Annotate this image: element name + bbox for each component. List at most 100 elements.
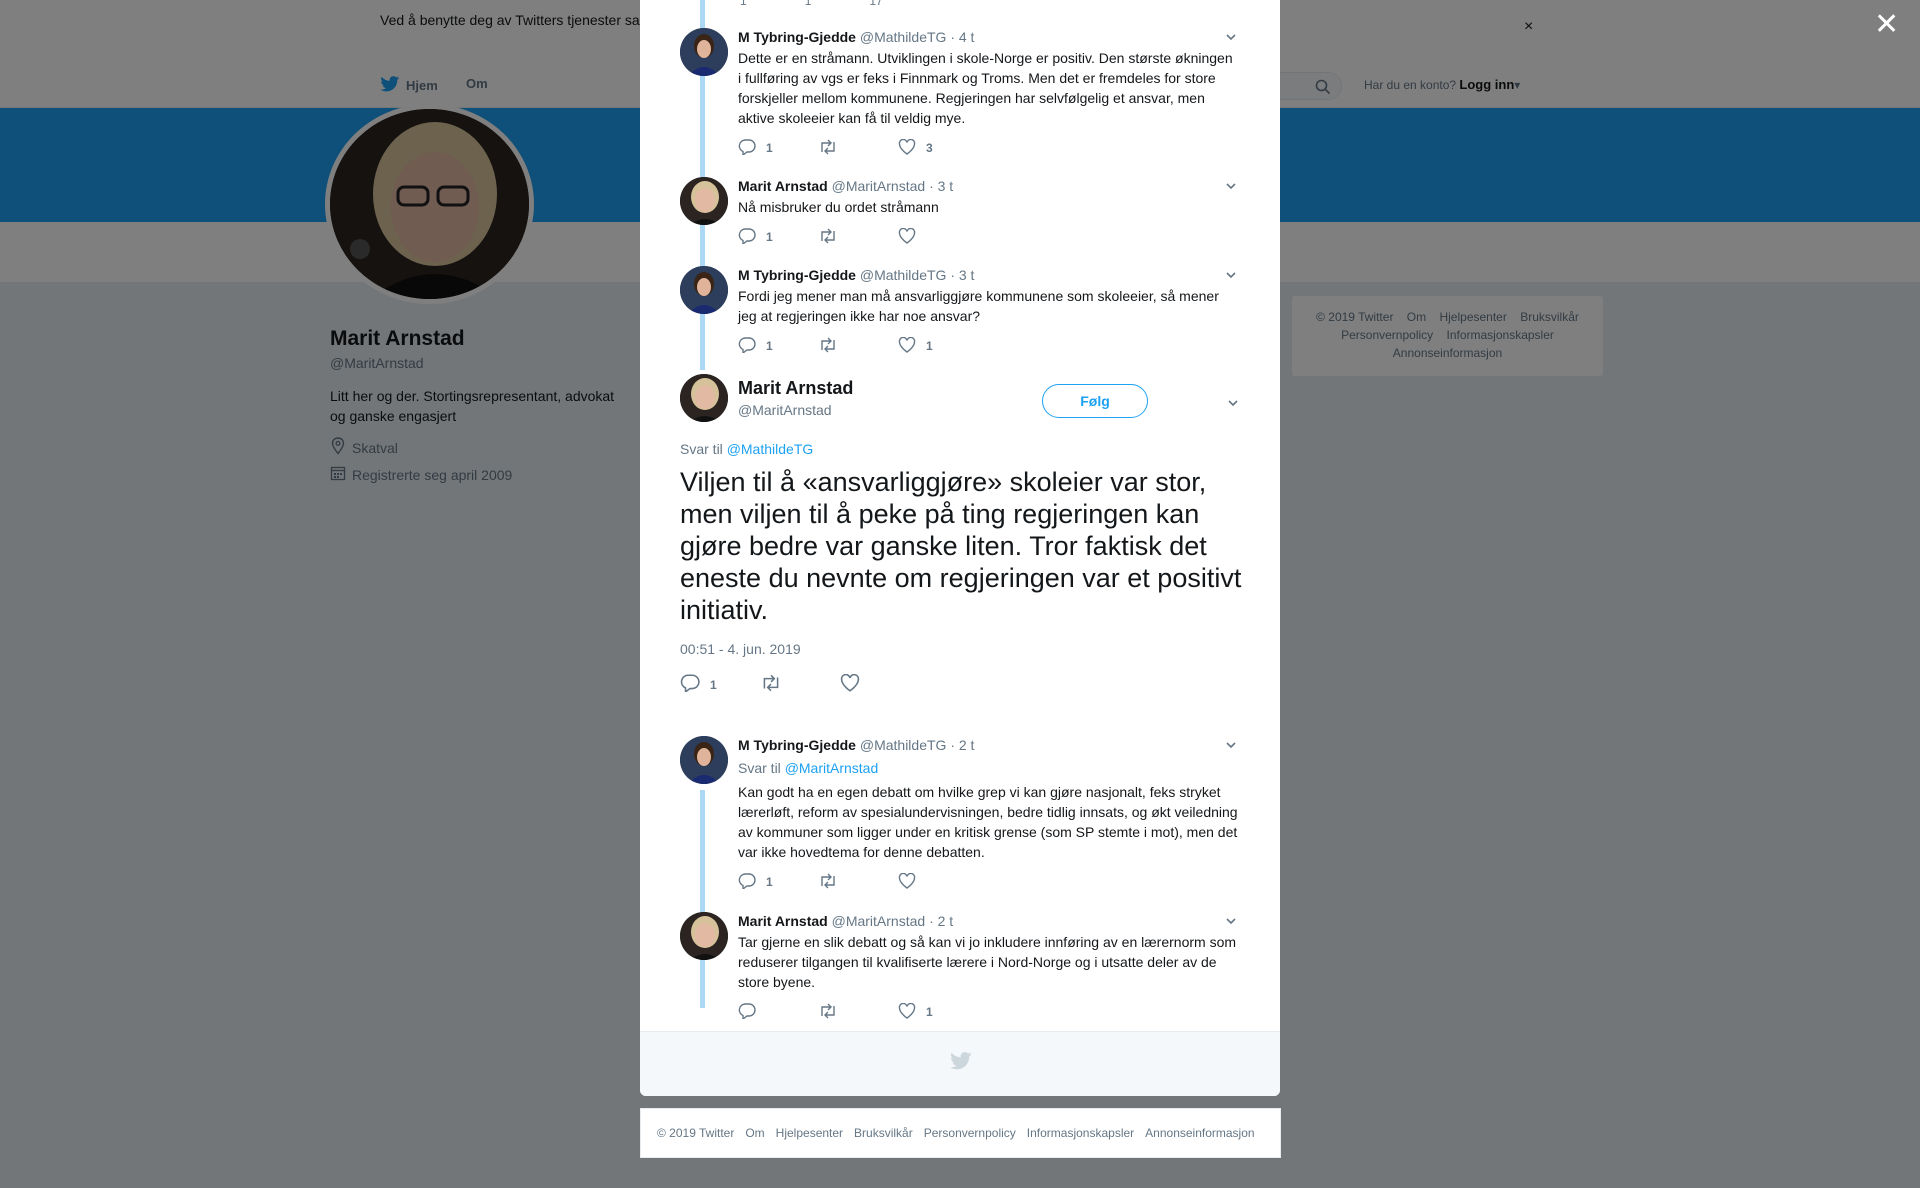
main-tweet-author-name[interactable]: Marit Arnstad (738, 378, 853, 399)
tweet-timestamp[interactable]: · 2 t (950, 737, 974, 753)
chevron-down-icon[interactable] (1224, 179, 1238, 198)
reply-button[interactable]: 1 (738, 336, 818, 356)
avatar[interactable] (680, 266, 728, 314)
reply-prefix: Svar til (738, 760, 781, 776)
reply-button[interactable]: 1 (738, 872, 818, 892)
like-count: 1 (926, 339, 933, 353)
footer-link-help[interactable]: Hjelpesenter (776, 1126, 843, 1140)
close-modal-icon[interactable]: ✕ (1874, 10, 1899, 40)
retweet-button[interactable] (818, 228, 898, 247)
reply-icon (738, 1002, 756, 1022)
footer-link-privacy[interactable]: Personvernpolicy (924, 1126, 1016, 1140)
retweet-button[interactable] (818, 873, 898, 892)
tweet-actions: 1 (738, 1002, 1238, 1022)
tweet-header: M Tybring-Gjedde @MathildeTG · 4 t (738, 28, 1238, 46)
tweet-actions: 1 1 (738, 336, 1238, 356)
avatar[interactable] (680, 374, 728, 422)
tweet-author-handle[interactable]: @MathildeTG (860, 267, 947, 283)
tweet-author-name[interactable]: Marit Arnstad (738, 178, 828, 194)
tweet-actions: 1 3 (738, 138, 1238, 158)
footer-link-terms[interactable]: Bruksvilkår (854, 1126, 913, 1140)
heart-icon (840, 673, 860, 695)
like-button[interactable] (898, 227, 978, 247)
chevron-down-icon[interactable] (1224, 914, 1238, 933)
tweet-author-name[interactable]: M Tybring-Gjedde (738, 737, 856, 753)
reply-icon (738, 227, 756, 247)
reply-prefix: Svar til (680, 441, 723, 457)
retweet-button[interactable] (818, 139, 898, 158)
reply-count: 1 (710, 677, 717, 692)
like-button[interactable] (840, 673, 920, 695)
retweet-button[interactable] (818, 1003, 898, 1022)
tweet-author-handle[interactable]: @MaritArnstad (832, 178, 926, 194)
like-button[interactable]: 3 (898, 138, 978, 158)
chevron-down-icon[interactable] (1224, 30, 1238, 49)
chevron-down-icon[interactable] (1224, 268, 1238, 287)
chevron-down-icon[interactable] (1224, 738, 1238, 757)
like-count[interactable]: 17 (869, 0, 882, 8)
reply-context: Svar til @MaritArnstad (738, 758, 1238, 778)
tweet-timestamp[interactable]: · 4 t (950, 29, 974, 45)
tweet-author-handle[interactable]: @MaritArnstad (832, 913, 926, 929)
modal-footer (640, 1031, 1280, 1096)
tweet-header: M Tybring-Gjedde @MathildeTG · 2 t (738, 736, 1238, 754)
footer-link-cookies[interactable]: Informasjonskapsler (1027, 1126, 1134, 1140)
retweet-button[interactable] (818, 337, 898, 356)
heart-icon (898, 336, 916, 356)
avatar[interactable] (680, 912, 728, 960)
footer-link-about[interactable]: Om (745, 1126, 764, 1140)
reply-to-link[interactable]: @MathildeTG (727, 441, 814, 457)
main-tweet-header: Marit Arnstad @MaritArnstad Følg (680, 374, 1240, 428)
reply-button[interactable]: 1 (680, 674, 760, 695)
reply-count: 1 (766, 339, 773, 353)
tweet-author-handle[interactable]: @MathildeTG (860, 737, 947, 753)
tweet-author-name[interactable]: M Tybring-Gjedde (738, 29, 856, 45)
avatar[interactable] (680, 736, 728, 784)
like-button[interactable]: 1 (898, 336, 978, 356)
footer-copyright: © 2019 Twitter (657, 1126, 735, 1140)
retweet-icon (818, 873, 838, 892)
retweet-icon (818, 139, 838, 158)
reply-icon (738, 336, 756, 356)
heart-icon (898, 138, 916, 158)
reply-button[interactable]: 1 (738, 227, 818, 247)
main-tweet-date[interactable]: 00:51 - 4. jun. 2019 (680, 641, 801, 657)
tweet-author-name[interactable]: Marit Arnstad (738, 913, 828, 929)
tweet-header: M Tybring-Gjedde @MathildeTG · 3 t (738, 266, 1238, 284)
avatar[interactable] (680, 177, 728, 225)
main-tweet-author-handle[interactable]: @MaritArnstad (738, 402, 832, 418)
reply-icon (680, 674, 700, 695)
reply-button[interactable]: 1 (738, 138, 818, 158)
reply-icon (738, 138, 756, 158)
tweet-text: Kan godt ha en egen debatt om hvilke gre… (738, 784, 1238, 860)
tweet-modal: 1 1 17 M Tybring-Gjedde @MathildeTG · 4 … (640, 0, 1280, 1096)
tweet-text: Nå misbruker du ordet stråmann (738, 199, 939, 215)
tweet-timestamp[interactable]: · 3 t (929, 178, 953, 194)
like-count: 3 (926, 141, 933, 155)
bottom-footer: © 2019 Twitter Om Hjelpesenter Bruksvilk… (640, 1108, 1281, 1158)
retweet-icon (818, 228, 838, 247)
tweet-timestamp[interactable]: · 2 t (929, 913, 953, 929)
twitter-bird-icon (950, 1052, 972, 1075)
tweet-timestamp[interactable]: · 3 t (950, 267, 974, 283)
like-button[interactable] (898, 872, 978, 892)
retweet-button[interactable] (760, 674, 840, 695)
tweet-header: Marit Arnstad @MaritArnstad · 3 t (738, 177, 1238, 195)
reply-to-link[interactable]: @MaritArnstad (785, 760, 879, 776)
reply-button[interactable] (738, 1002, 818, 1022)
reply-count[interactable]: 1 (740, 0, 747, 8)
heart-icon (898, 227, 916, 247)
retweet-count[interactable]: 1 (805, 0, 812, 8)
tweet-author-handle[interactable]: @MathildeTG (860, 29, 947, 45)
retweet-icon (760, 674, 782, 695)
follow-button[interactable]: Følg (1042, 384, 1148, 418)
reply-count: 1 (766, 230, 773, 244)
like-button[interactable]: 1 (898, 1002, 978, 1022)
chevron-down-icon[interactable] (1226, 396, 1240, 415)
footer-link-ads-info[interactable]: Annonseinformasjon (1145, 1126, 1254, 1140)
thread-line (700, 790, 705, 1008)
main-tweet-actions: 1 (680, 673, 920, 695)
reply-count: 1 (766, 141, 773, 155)
tweet-author-name[interactable]: M Tybring-Gjedde (738, 267, 856, 283)
avatar[interactable] (680, 28, 728, 76)
